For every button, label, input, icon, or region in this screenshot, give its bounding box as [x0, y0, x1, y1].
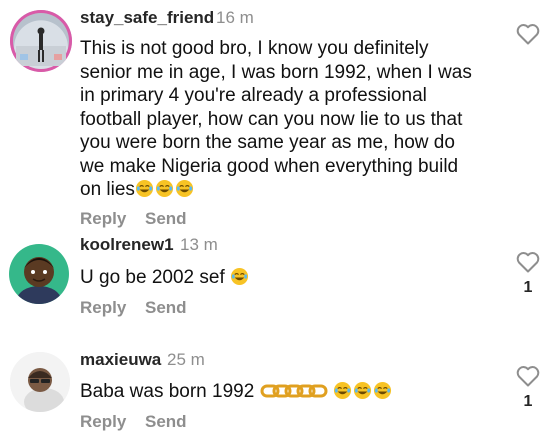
laughing-tears-emoji: [135, 179, 155, 200]
comment-text: This is not good bro, I know you definit…: [80, 37, 480, 202]
laughing-tears-emoji: [155, 179, 175, 200]
comment-text-body: Baba was born 1992: [80, 381, 255, 402]
laughing-tears-emoji: [230, 267, 250, 288]
person-photo-icon: [10, 352, 70, 412]
comment-text: Baba was born 1992: [80, 380, 500, 404]
heart-outline-icon[interactable]: [515, 364, 541, 388]
comment-2: koolrenew1 13 m U go be 2002 sef Reply S…: [0, 232, 554, 340]
like-count[interactable]: 1: [518, 279, 538, 297]
like-count[interactable]: 1: [518, 393, 538, 411]
heart-outline-icon[interactable]: [515, 250, 541, 274]
send-button[interactable]: Send: [145, 298, 187, 318]
comment-3: maxieuwa 25 m Baba was born 1992 Reply S…: [0, 340, 554, 447]
laughing-tears-emoji: [353, 381, 373, 402]
comment-1: stay_safe_friend 16 m This is not good b…: [0, 0, 554, 232]
chain-emoji: [260, 381, 333, 402]
reply-button[interactable]: Reply: [80, 412, 126, 432]
comment-username[interactable]: koolrenew1: [80, 235, 174, 255]
cartoon-face-icon: [17, 257, 61, 304]
avatar[interactable]: [10, 352, 70, 412]
comment-time: 25 m: [167, 350, 205, 369]
laughing-tears-emoji: [175, 179, 195, 200]
reply-button[interactable]: Reply: [80, 298, 126, 318]
comment-time: 13 m: [180, 235, 218, 254]
send-button[interactable]: Send: [145, 412, 187, 432]
comment-text-body: U go be 2002 sef: [80, 267, 225, 288]
comment-username[interactable]: maxieuwa: [80, 350, 161, 370]
person-silhouette-icon: [16, 27, 66, 66]
heart-outline-icon[interactable]: [515, 22, 541, 46]
send-button[interactable]: Send: [145, 209, 187, 229]
reply-button[interactable]: Reply: [80, 209, 126, 229]
avatar[interactable]: [10, 10, 72, 72]
avatar[interactable]: [9, 244, 69, 304]
comment-text: U go be 2002 sef: [80, 266, 480, 290]
comment-username[interactable]: stay_safe_friend: [80, 8, 214, 28]
laughing-tears-emoji: [333, 381, 353, 402]
comment-text-body: This is not good bro, I know you definit…: [80, 38, 472, 200]
laughing-tears-emoji: [373, 381, 393, 402]
comment-time: 16 m: [216, 8, 254, 27]
